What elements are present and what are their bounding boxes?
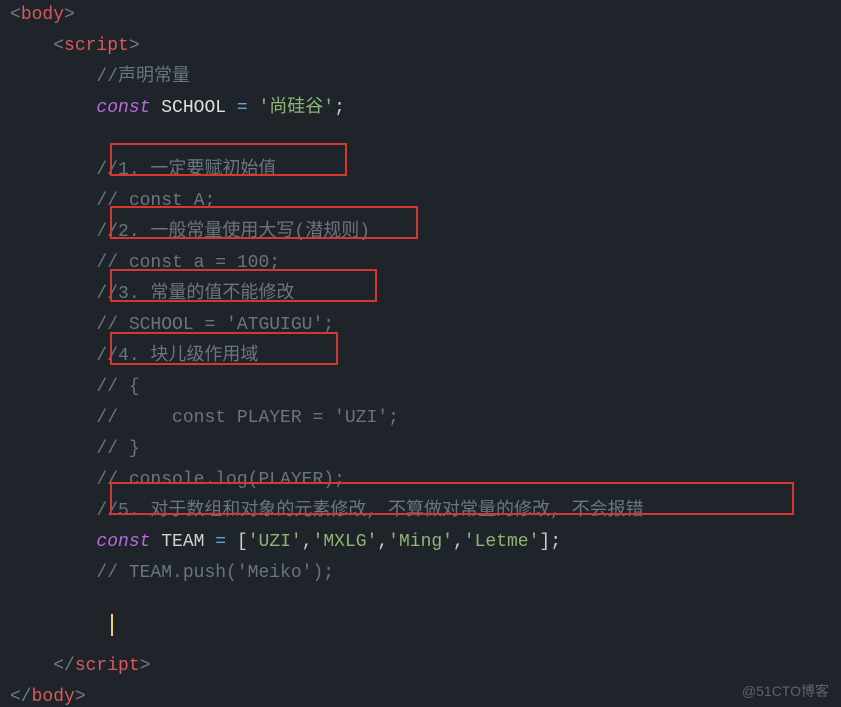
highlight-box-5	[110, 482, 794, 515]
eq-2: =	[215, 532, 226, 552]
str-uzi: 'UZI'	[248, 532, 302, 552]
highlight-box-4	[110, 332, 338, 365]
code-editor[interactable]: <body> <script> //声明常量 const SCHOOL = '尚…	[0, 0, 841, 707]
var-school: SCHOOL	[161, 98, 226, 118]
tag-body-close: body	[32, 687, 75, 707]
comment-4b: // {	[96, 377, 139, 397]
comment-push: // TEAM.push('Meiko');	[96, 563, 334, 583]
kw-const-2: const	[96, 532, 150, 552]
comment-4c: // const PLAYER = 'UZI';	[96, 408, 398, 428]
eq-1: =	[237, 98, 248, 118]
tag-script-close: script	[75, 656, 140, 676]
str-letme: 'Letme'	[464, 532, 540, 552]
str-mxlg: 'MXLG'	[313, 532, 378, 552]
comment-4d: // }	[96, 439, 139, 459]
text-cursor	[111, 614, 113, 636]
highlight-box-2	[110, 206, 418, 239]
str-school: '尚硅谷'	[259, 98, 335, 118]
var-team: TEAM	[161, 532, 204, 552]
kw-const-1: const	[96, 98, 150, 118]
comment-declare: //声明常量	[96, 67, 190, 87]
watermark: @51CTO博客	[742, 681, 829, 701]
tag-script-open: script	[64, 36, 129, 56]
highlight-box-3	[110, 269, 377, 302]
tag-body-open: body	[21, 5, 64, 25]
str-ming: 'Ming'	[388, 532, 453, 552]
highlight-box-1	[110, 143, 347, 176]
